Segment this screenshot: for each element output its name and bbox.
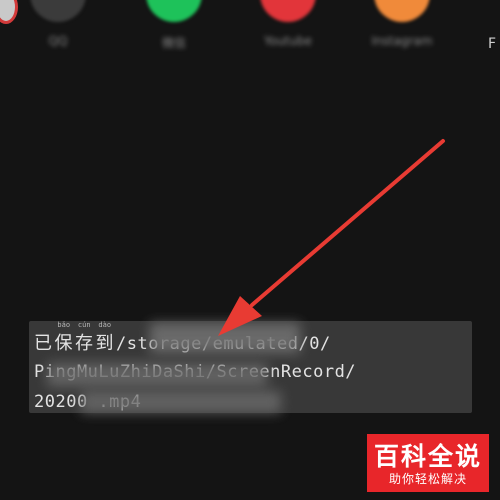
share-label-youtube: Youtube xyxy=(264,34,312,48)
toast-line-1: 已bǎo保cún存dào到/storage/emulated/0/ xyxy=(34,321,331,355)
share-item-partial-label[interactable]: F xyxy=(488,36,496,52)
qq-icon xyxy=(30,0,86,22)
instagram-icon xyxy=(374,0,430,22)
baike-watermark-logo: 百科全说 助你轻松解决 xyxy=(367,434,489,492)
red-arrow-icon xyxy=(218,139,445,336)
share-bar: QQ 微信 Youtube Instagram F xyxy=(0,0,500,70)
share-label-wechat: 微信 xyxy=(161,36,186,50)
share-item-wechat[interactable]: 微信 xyxy=(138,0,210,70)
share-label-instagram: Instagram xyxy=(371,34,433,48)
watermark-subtitle: 助你轻松解决 xyxy=(388,472,467,486)
toast-char: cún 存 xyxy=(75,321,94,354)
toast-char: 已 xyxy=(34,333,53,354)
redaction-blur xyxy=(81,391,281,413)
share-label-qq: QQ xyxy=(48,34,68,48)
youtube-icon xyxy=(260,0,316,22)
share-item-instagram[interactable]: Instagram xyxy=(366,0,438,70)
wechat-icon xyxy=(146,0,202,22)
redaction-blur xyxy=(47,363,267,387)
partial-avatar-icon[interactable] xyxy=(0,0,18,24)
arrow-shaft xyxy=(250,139,445,307)
share-item-youtube[interactable]: Youtube xyxy=(252,0,324,70)
toast-char: dào 到 xyxy=(95,321,114,354)
watermark-title: 百科全说 xyxy=(373,442,482,471)
saved-toast: 已bǎo保cún存dào到/storage/emulated/0/ PingMu… xyxy=(29,321,472,413)
share-item-qq[interactable]: QQ xyxy=(22,0,94,70)
redaction-blur xyxy=(150,323,300,353)
toast-char: bǎo 保 xyxy=(54,321,73,354)
